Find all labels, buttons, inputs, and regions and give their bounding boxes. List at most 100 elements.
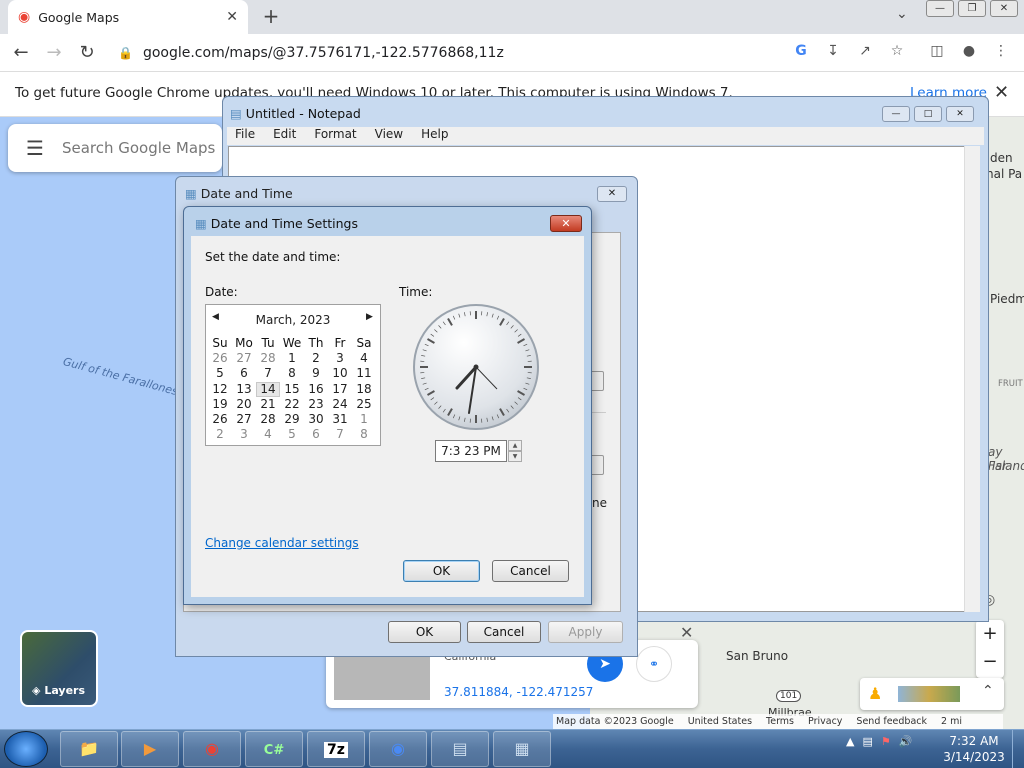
calendar-day[interactable]: 3 bbox=[232, 427, 256, 442]
calendar-day[interactable]: 26 bbox=[208, 412, 232, 427]
taskbar-csharp[interactable]: C# bbox=[245, 731, 303, 767]
menu-edit[interactable]: Edit bbox=[273, 127, 296, 145]
calendar-day[interactable]: 7 bbox=[328, 427, 352, 442]
restore-button[interactable]: ❐ bbox=[958, 0, 986, 17]
change-calendar-settings-link[interactable]: Change calendar settings bbox=[205, 536, 359, 550]
taskbar-notepad[interactable]: ▤ bbox=[431, 731, 489, 767]
calendar-day[interactable]: 24 bbox=[328, 397, 352, 412]
calendar-day[interactable]: 20 bbox=[232, 397, 256, 412]
calendar-day[interactable]: 3 bbox=[328, 351, 352, 366]
imagery-thumbnails[interactable] bbox=[898, 686, 960, 702]
calendar-day[interactable]: 31 bbox=[328, 412, 352, 427]
calendar-day[interactable]: 5 bbox=[280, 427, 304, 442]
settings-close-button[interactable]: ✕ bbox=[550, 215, 582, 232]
back-arrow-icon[interactable]: ← bbox=[10, 42, 32, 63]
share-location-button[interactable]: ⚭ bbox=[636, 646, 672, 682]
close-infobar-icon[interactable]: ✕ bbox=[994, 82, 1009, 103]
calendar-day[interactable]: 1 bbox=[352, 412, 376, 427]
calendar-day[interactable]: 14 bbox=[256, 381, 280, 397]
calendar-day[interactable]: 22 bbox=[280, 397, 304, 412]
calendar-day[interactable]: 8 bbox=[352, 427, 376, 442]
outer-cancel-button[interactable]: Cancel bbox=[467, 621, 541, 643]
expand-chevron-icon[interactable]: ⌃ bbox=[982, 683, 994, 699]
menu-kebab-icon[interactable]: ⋮ bbox=[991, 43, 1011, 59]
close-card-icon[interactable]: ✕ bbox=[680, 623, 693, 642]
calendar-day[interactable]: 2 bbox=[304, 351, 328, 366]
forward-arrow-icon[interactable]: → bbox=[43, 42, 65, 63]
maps-search-box[interactable]: ☰ Search Google Maps bbox=[8, 124, 222, 172]
calendar-day[interactable]: 30 bbox=[304, 412, 328, 427]
calendar-day[interactable]: 2 bbox=[208, 427, 232, 442]
notepad-maximize-button[interactable]: □ bbox=[914, 106, 942, 122]
calendar-day[interactable]: 26 bbox=[208, 351, 232, 366]
zoom-in-button[interactable]: + bbox=[976, 620, 1004, 648]
outer-apply-button[interactable]: Apply bbox=[548, 621, 623, 643]
calendar-day[interactable]: 6 bbox=[304, 427, 328, 442]
layers-button[interactable]: ◈ Layers bbox=[20, 630, 98, 707]
calendar-day[interactable]: 5 bbox=[208, 366, 232, 381]
start-button[interactable] bbox=[4, 731, 48, 767]
google-lens-icon[interactable]: G bbox=[791, 43, 811, 59]
calendar-day[interactable]: 27 bbox=[232, 412, 256, 427]
taskbar-date-time[interactable]: ▦ bbox=[493, 731, 551, 767]
calendar-day[interactable]: 17 bbox=[328, 382, 352, 397]
tab-search-chevron-icon[interactable]: ⌄ bbox=[896, 6, 908, 22]
calendar-day[interactable]: 23 bbox=[304, 397, 328, 412]
close-tab-icon[interactable]: ✕ bbox=[226, 9, 238, 25]
calendar-day[interactable]: 7 bbox=[256, 366, 280, 381]
search-input[interactable]: Search Google Maps bbox=[62, 139, 215, 157]
notepad-scrollbar[interactable] bbox=[964, 146, 980, 612]
taskbar-chrome-2[interactable]: ◉ bbox=[369, 731, 427, 767]
menu-format[interactable]: Format bbox=[314, 127, 356, 145]
menu-view[interactable]: View bbox=[375, 127, 403, 145]
attrib-country[interactable]: United States bbox=[688, 716, 752, 727]
spin-down-icon[interactable]: ▼ bbox=[508, 451, 522, 462]
install-icon[interactable]: ↧ bbox=[823, 43, 843, 59]
taskbar-media-player[interactable]: ▶ bbox=[121, 731, 179, 767]
pegman-icon[interactable]: ♟ bbox=[868, 684, 882, 703]
attrib-terms[interactable]: Terms bbox=[766, 716, 794, 727]
show-desktop-button[interactable] bbox=[1012, 730, 1024, 768]
calendar-day[interactable]: 15 bbox=[280, 382, 304, 397]
calendar-month-title[interactable]: March, 2023 bbox=[205, 313, 381, 327]
next-month-arrow-icon[interactable]: ▶ bbox=[366, 312, 373, 322]
action-center-icon[interactable]: ⚑ bbox=[881, 735, 891, 748]
attrib-privacy[interactable]: Privacy bbox=[808, 716, 842, 727]
calendar-day[interactable]: 28 bbox=[256, 412, 280, 427]
calendar-day[interactable]: 11 bbox=[352, 366, 376, 381]
new-tab-button[interactable]: + bbox=[258, 4, 284, 28]
calendar-day[interactable]: 18 bbox=[352, 382, 376, 397]
calendar-day[interactable]: 29 bbox=[280, 412, 304, 427]
tab-google-maps[interactable]: ◉ Google Maps ✕ bbox=[8, 0, 248, 34]
reload-icon[interactable]: ↻ bbox=[76, 42, 98, 63]
volume-icon[interactable]: 🔊 bbox=[899, 735, 913, 748]
zoom-out-button[interactable]: − bbox=[976, 648, 1004, 676]
calendar-day[interactable]: 19 bbox=[208, 397, 232, 412]
network-icon[interactable]: ▤ bbox=[862, 735, 872, 748]
attrib-feedback[interactable]: Send feedback bbox=[856, 716, 927, 727]
spin-up-icon[interactable]: ▲ bbox=[508, 440, 522, 451]
time-input[interactable]: 7:3 23 PM bbox=[435, 440, 507, 462]
minimize-button[interactable]: — bbox=[926, 0, 954, 17]
calendar-day[interactable]: 28 bbox=[256, 351, 280, 366]
taskbar-clock[interactable]: 7:32 AM 3/14/2023 bbox=[942, 733, 1006, 765]
taskbar-chrome[interactable]: ◉ bbox=[183, 731, 241, 767]
calendar-day[interactable]: 8 bbox=[280, 366, 304, 381]
notepad-minimize-button[interactable]: — bbox=[882, 106, 910, 122]
calendar-day[interactable]: 4 bbox=[352, 351, 376, 366]
show-hidden-icons-icon[interactable]: ▲ bbox=[846, 735, 854, 748]
settings-title-bar[interactable]: ▦ Date and Time Settings bbox=[195, 216, 358, 231]
bookmark-star-icon[interactable]: ☆ bbox=[887, 43, 907, 59]
calendar-day[interactable]: 13 bbox=[232, 382, 256, 397]
outer-ok-button[interactable]: OK bbox=[388, 621, 461, 643]
calendar-day[interactable]: 12 bbox=[208, 382, 232, 397]
menu-file[interactable]: File bbox=[235, 127, 255, 145]
date-time-title-bar[interactable]: ▦ Date and Time bbox=[185, 186, 293, 201]
card-coordinates[interactable]: 37.811884, -122.471257 bbox=[444, 685, 593, 699]
calendar-day[interactable]: 9 bbox=[304, 366, 328, 381]
calendar-day[interactable]: 6 bbox=[232, 366, 256, 381]
share-icon[interactable]: ↗ bbox=[855, 43, 875, 59]
side-panel-icon[interactable]: ◫ bbox=[927, 43, 947, 59]
calendar-day[interactable]: 4 bbox=[256, 427, 280, 442]
menu-help[interactable]: Help bbox=[421, 127, 448, 145]
